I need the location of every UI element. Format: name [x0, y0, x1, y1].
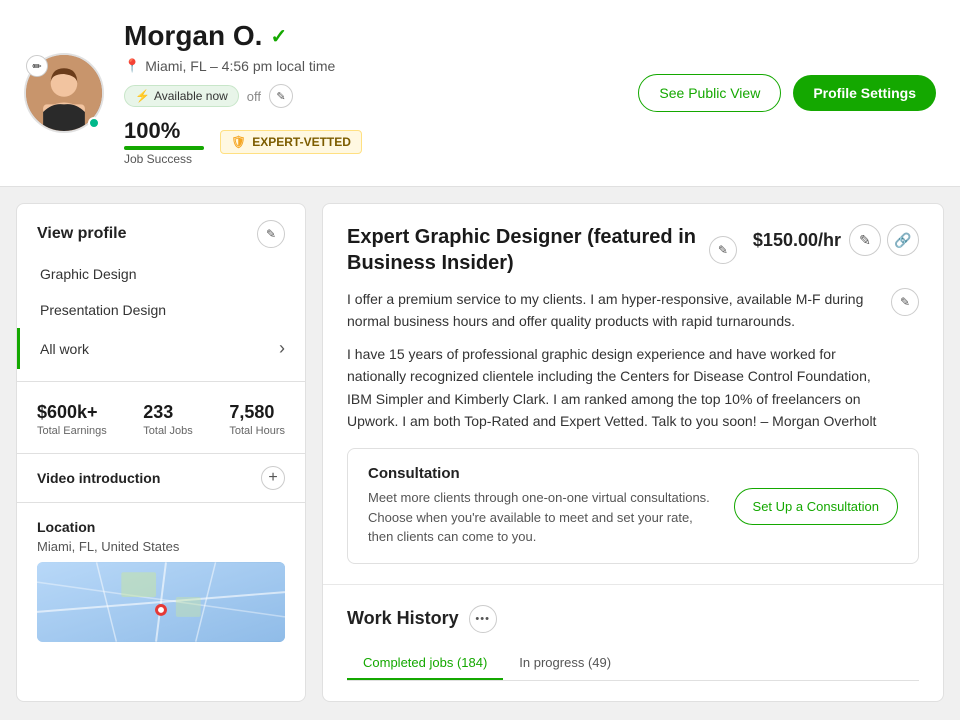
- pencil-icon: ✎: [900, 295, 910, 309]
- view-profile-edit-button[interactable]: ✎: [257, 220, 285, 248]
- edit-icon: ✏: [32, 60, 41, 73]
- location-section: Location Miami, FL, United States: [17, 502, 305, 654]
- online-indicator: [88, 117, 100, 129]
- total-jobs-stat: 233 Total Jobs: [143, 402, 193, 437]
- job-title-section: Expert Graphic Designer (featured in Bus…: [323, 204, 943, 585]
- sidebar-item-all-work[interactable]: All work ›: [17, 328, 305, 369]
- total-earnings-stat: $600k+ Total Earnings: [37, 402, 107, 437]
- progress-bar-fill: [124, 146, 204, 150]
- availability-status: off: [247, 89, 261, 104]
- header-info: Morgan O. ✓ 📍 Miami, FL – 4:56 pm local …: [124, 20, 618, 166]
- set-up-consultation-button[interactable]: Set Up a Consultation: [734, 488, 898, 525]
- sidebar-stats: $600k+ Total Earnings 233 Total Jobs 7,5…: [17, 386, 305, 453]
- sidebar: View profile ✎ Graphic Design Presentati…: [16, 203, 306, 702]
- work-history-section: Work History ••• Completed jobs (184) In…: [323, 585, 943, 701]
- location-icon: 📍: [124, 58, 140, 74]
- header-actions: See Public View Profile Settings: [638, 74, 936, 112]
- name-row: Morgan O. ✓: [124, 20, 618, 52]
- rate-row: $150.00/hr ✎ 🔗: [753, 224, 919, 256]
- title-row: Expert Graphic Designer (featured in Bus…: [347, 224, 919, 276]
- rate-edit-buttons: ✎ 🔗: [849, 224, 919, 256]
- work-history-more-button[interactable]: •••: [469, 605, 497, 633]
- bio-para2: I have 15 years of professional graphic …: [347, 343, 919, 433]
- availability-label: Available now: [154, 89, 228, 103]
- work-history-title: Work History: [347, 608, 459, 629]
- bio-edit-button[interactable]: ✎: [891, 288, 919, 316]
- job-title: Expert Graphic Designer (featured in Bus…: [347, 224, 701, 276]
- edit-icon: ✎: [266, 227, 276, 241]
- availability-row: ⚡ Available now off ✎: [124, 84, 618, 108]
- location-detail: Miami, FL, United States: [37, 539, 285, 554]
- sidebar-item-presentation-design[interactable]: Presentation Design: [17, 292, 305, 328]
- consultation-desc: Meet more clients through one-on-one vir…: [368, 488, 718, 547]
- consultation-info: Consultation Meet more clients through o…: [368, 465, 718, 547]
- more-icon: •••: [475, 613, 490, 625]
- pencil-icon: ✎: [276, 90, 285, 103]
- see-public-view-button[interactable]: See Public View: [638, 74, 781, 112]
- location-section-title: Location: [37, 507, 285, 535]
- consultation-title: Consultation: [368, 465, 718, 482]
- sidebar-nav: Graphic Design Presentation Design All w…: [17, 256, 305, 377]
- pencil-icon: ✎: [718, 243, 728, 257]
- bolt-icon: ⚡: [135, 89, 150, 103]
- pencil-icon: ✎: [859, 232, 871, 249]
- location-text: Miami, FL – 4:56 pm local time: [145, 58, 335, 74]
- job-success: 100% Job Success: [124, 118, 204, 166]
- view-profile-title: View profile: [37, 225, 127, 243]
- total-hours-stat: 7,580 Total Hours: [229, 402, 285, 437]
- profile-settings-button[interactable]: Profile Settings: [793, 75, 936, 111]
- avatar-wrapper: ✏: [24, 53, 104, 133]
- work-history-tabs: Completed jobs (184) In progress (49): [347, 647, 919, 681]
- job-success-label: Job Success: [124, 152, 204, 166]
- availability-edit-button[interactable]: ✎: [269, 84, 293, 108]
- job-success-pct: 100%: [124, 118, 204, 144]
- progress-bar: [124, 146, 204, 150]
- expert-vetted-badge: 🛡 EXPERT-VETTED: [220, 130, 362, 154]
- expert-vetted-label: EXPERT-VETTED: [252, 135, 351, 149]
- sidebar-header: View profile ✎: [17, 204, 305, 256]
- video-intro-title: Video introduction: [37, 470, 160, 486]
- stats-row: 100% Job Success 🛡 EXPERT-VETTED: [124, 118, 618, 166]
- bio-para1: I offer a premium service to my clients.…: [347, 288, 919, 333]
- in-progress-tab[interactable]: In progress (49): [503, 647, 627, 680]
- chevron-right-icon: ›: [279, 338, 285, 359]
- user-name: Morgan O.: [124, 20, 262, 52]
- verified-badge: ✓: [270, 24, 287, 49]
- content-panel: Expert Graphic Designer (featured in Bus…: [322, 203, 944, 702]
- consultation-box: Consultation Meet more clients through o…: [347, 448, 919, 564]
- job-title-wrapper: Expert Graphic Designer (featured in Bus…: [347, 224, 753, 276]
- add-video-button[interactable]: +: [261, 466, 285, 490]
- main-layout: View profile ✎ Graphic Design Presentati…: [0, 187, 960, 718]
- map-preview: [37, 562, 285, 642]
- rate-link-button[interactable]: 🔗: [887, 224, 919, 256]
- link-icon: 🔗: [894, 232, 911, 249]
- work-history-header: Work History •••: [347, 605, 919, 633]
- bio-section: ✎ I offer a premium service to my client…: [347, 288, 919, 432]
- shield-icon: 🛡: [231, 135, 246, 149]
- rate-value: $150.00/hr: [753, 230, 841, 251]
- video-intro-section: Video introduction +: [17, 453, 305, 502]
- rate-edit-button[interactable]: ✎: [849, 224, 881, 256]
- sidebar-item-graphic-design[interactable]: Graphic Design: [17, 256, 305, 292]
- plus-icon: +: [268, 469, 277, 487]
- completed-jobs-tab[interactable]: Completed jobs (184): [347, 647, 503, 680]
- avatar-edit-button[interactable]: ✏: [26, 55, 48, 77]
- location-row: 📍 Miami, FL – 4:56 pm local time: [124, 58, 618, 74]
- job-title-edit-button[interactable]: ✎: [709, 236, 737, 264]
- availability-badge: ⚡ Available now: [124, 85, 239, 107]
- profile-header: ✏ Morgan O. ✓ 📍 Miami, FL – 4:56 pm loca…: [0, 0, 960, 187]
